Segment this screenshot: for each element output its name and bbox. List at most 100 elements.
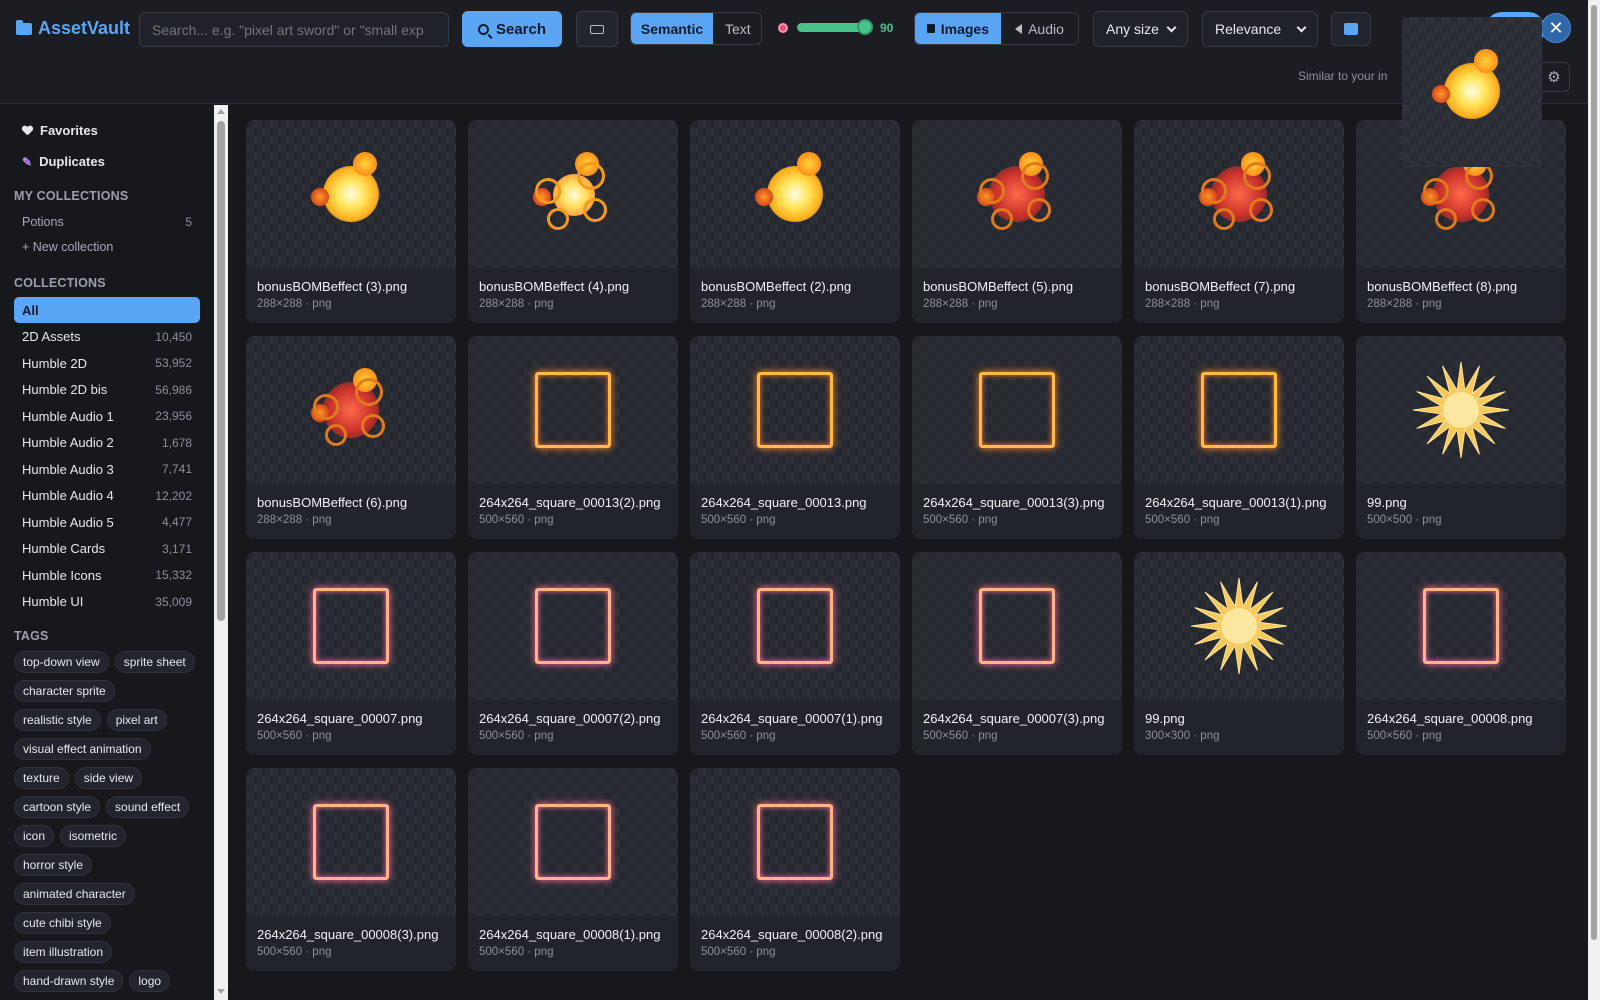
favorites-link[interactable]: Favorites (22, 123, 98, 138)
collection-item[interactable]: Humble Cards 3,171 (14, 536, 200, 562)
asset-thumbnail[interactable] (1134, 336, 1344, 484)
asset-thumbnail[interactable] (246, 336, 456, 484)
sort-select[interactable]: Relevance (1202, 11, 1318, 47)
collection-item[interactable]: Humble Audio 3 7,741 (14, 456, 200, 482)
tag-chip[interactable]: sprite sheet (114, 651, 195, 673)
asset-thumbnail[interactable] (912, 120, 1122, 268)
asset-card[interactable]: bonusBOMBeffect (3).png 288×288 · png (246, 120, 456, 323)
collection-label: Humble Icons (22, 567, 102, 583)
asset-thumbnail[interactable] (1134, 552, 1344, 700)
asset-name: 264x264_square_00013(3).png (923, 495, 1105, 510)
asset-card[interactable]: 264x264_square_00008(1).png 500×560 · png (468, 768, 678, 971)
sidebar-scrollbar[interactable] (214, 105, 228, 1000)
tag-chip[interactable]: texture (14, 767, 69, 789)
tag-chip[interactable]: animated character (14, 883, 135, 905)
tag-chip[interactable]: realistic style (14, 709, 101, 731)
asset-thumbnail[interactable] (468, 336, 678, 484)
asset-thumbnail[interactable] (912, 552, 1122, 700)
tag-chip[interactable]: character sprite (14, 680, 115, 702)
tag-chip[interactable]: isometric (60, 825, 127, 847)
upload-image-button[interactable] (576, 11, 618, 47)
asset-thumbnail[interactable] (690, 120, 900, 268)
tag-chip[interactable]: horror style (14, 854, 93, 876)
threshold-slider-knob[interactable] (856, 19, 873, 35)
collection-item[interactable]: Humble UI 35,009 (14, 589, 200, 615)
tag-chip[interactable]: icon (14, 825, 55, 847)
asset-card[interactable]: 264x264_square_00013(2).png 500×560 · png (468, 336, 678, 539)
collection-item[interactable]: 2D Assets 10,450 (14, 324, 200, 350)
collection-item[interactable]: Humble Audio 1 23,956 (14, 403, 200, 429)
asset-thumbnail[interactable] (690, 336, 900, 484)
collection-item[interactable]: All (14, 297, 200, 323)
asset-thumbnail[interactable] (246, 768, 456, 916)
asset-thumbnail[interactable] (468, 120, 678, 268)
tag-chip[interactable]: hand-drawn style (14, 970, 124, 992)
new-collection-button[interactable]: + New collection (14, 234, 200, 260)
asset-card[interactable]: 99.png 300×300 · png (1134, 552, 1344, 755)
collection-item[interactable]: Humble Audio 4 12,202 (14, 483, 200, 509)
collection-item[interactable]: Humble Icons 15,332 (14, 562, 200, 588)
search-button[interactable]: Search (462, 11, 562, 47)
asset-thumbnail[interactable] (1134, 120, 1344, 268)
asset-thumbnail[interactable] (912, 336, 1122, 484)
collection-item[interactable]: Humble 2D bis 56,986 (14, 377, 200, 403)
asset-card[interactable]: 264x264_square_00008(3).png 500×560 · png (246, 768, 456, 971)
asset-thumbnail[interactable] (690, 552, 900, 700)
asset-card[interactable]: bonusBOMBeffect (2).png 288×288 · png (690, 120, 900, 323)
tag-chip[interactable]: item illustration (14, 941, 113, 963)
asset-thumbnail[interactable] (246, 120, 456, 268)
asset-thumbnail[interactable] (1356, 552, 1566, 700)
page-scrollbar[interactable] (1588, 0, 1600, 1000)
asset-card[interactable]: bonusBOMBeffect (5).png 288×288 · png (912, 120, 1122, 323)
asset-card[interactable]: 264x264_square_00008.png 500×560 · png (1356, 552, 1566, 755)
asset-card[interactable]: 264x264_square_00007.png 500×560 · png (246, 552, 456, 755)
type-audio[interactable]: Audio (1001, 13, 1078, 44)
asset-thumbnail[interactable] (690, 768, 900, 916)
asset-card[interactable]: bonusBOMBeffect (6).png 288×288 · png (246, 336, 456, 539)
size-filter-select[interactable]: Any size (1093, 11, 1188, 47)
tag-chip[interactable]: cartoon style (14, 796, 101, 818)
refresh-button[interactable] (1331, 12, 1371, 46)
asset-card[interactable]: 264x264_square_00013(1).png 500×560 · png (1134, 336, 1344, 539)
tag-chip[interactable]: sound effect (106, 796, 190, 818)
threshold-slider[interactable] (797, 19, 873, 35)
tag-chip[interactable]: cute chibi style (14, 912, 111, 934)
type-images[interactable]: Images (915, 13, 1001, 44)
scroll-down-icon[interactable] (217, 989, 225, 994)
duplicates-link[interactable]: ✎ Duplicates (22, 154, 105, 169)
page-scroll-thumb[interactable] (1591, 5, 1597, 940)
asset-card[interactable]: 264x264_square_00013(3).png 500×560 · png (912, 336, 1122, 539)
tag-chip[interactable]: side view (74, 767, 143, 789)
sidebar-scroll-thumb[interactable] (217, 121, 225, 621)
mode-text[interactable]: Text (713, 13, 761, 44)
asset-card[interactable]: 264x264_square_00007(1).png 500×560 · png (690, 552, 900, 755)
tags-heading: TAGS (14, 629, 49, 643)
asset-card[interactable]: bonusBOMBeffect (4).png 288×288 · png (468, 120, 678, 323)
asset-thumbnail[interactable] (468, 552, 678, 700)
asset-meta: 288×288 · png (701, 298, 776, 310)
asset-thumbnail[interactable] (1356, 336, 1566, 484)
collection-item[interactable]: Humble Audio 2 1,678 (14, 430, 200, 456)
search-input[interactable] (139, 12, 449, 47)
tag-chip[interactable]: logo (129, 970, 171, 992)
asset-thumbnail[interactable] (246, 552, 456, 700)
collection-item[interactable]: Humble Audio 5 4,477 (14, 509, 200, 535)
my-collection-item[interactable]: Potions 5 (14, 209, 200, 235)
tag-chip[interactable]: top-down view (14, 651, 109, 673)
settings-button[interactable]: ⚙ (1538, 62, 1570, 92)
glow-frame-image (535, 588, 611, 664)
asset-card[interactable]: 264x264_square_00007(2).png 500×560 · png (468, 552, 678, 755)
app-logo[interactable]: AssetVault (16, 18, 130, 39)
collection-item[interactable]: Humble 2D 53,952 (14, 350, 200, 376)
asset-card[interactable]: bonusBOMBeffect (7).png 288×288 · png (1134, 120, 1344, 323)
asset-card[interactable]: 264x264_square_00013.png 500×560 · png (690, 336, 900, 539)
asset-card[interactable]: 264x264_square_00007(3).png 500×560 · png (912, 552, 1122, 755)
asset-thumbnail[interactable] (468, 768, 678, 916)
tag-chip[interactable]: visual effect animation (14, 738, 151, 760)
mode-semantic[interactable]: Semantic (631, 13, 713, 44)
tag-chip[interactable]: pixel art (106, 709, 167, 731)
asset-card[interactable]: 99.png 500×500 · png (1356, 336, 1566, 539)
asset-card[interactable]: 264x264_square_00008(2).png 500×560 · png (690, 768, 900, 971)
scroll-up-icon[interactable] (217, 109, 225, 114)
close-similar-button[interactable]: ✕ (1541, 13, 1571, 43)
